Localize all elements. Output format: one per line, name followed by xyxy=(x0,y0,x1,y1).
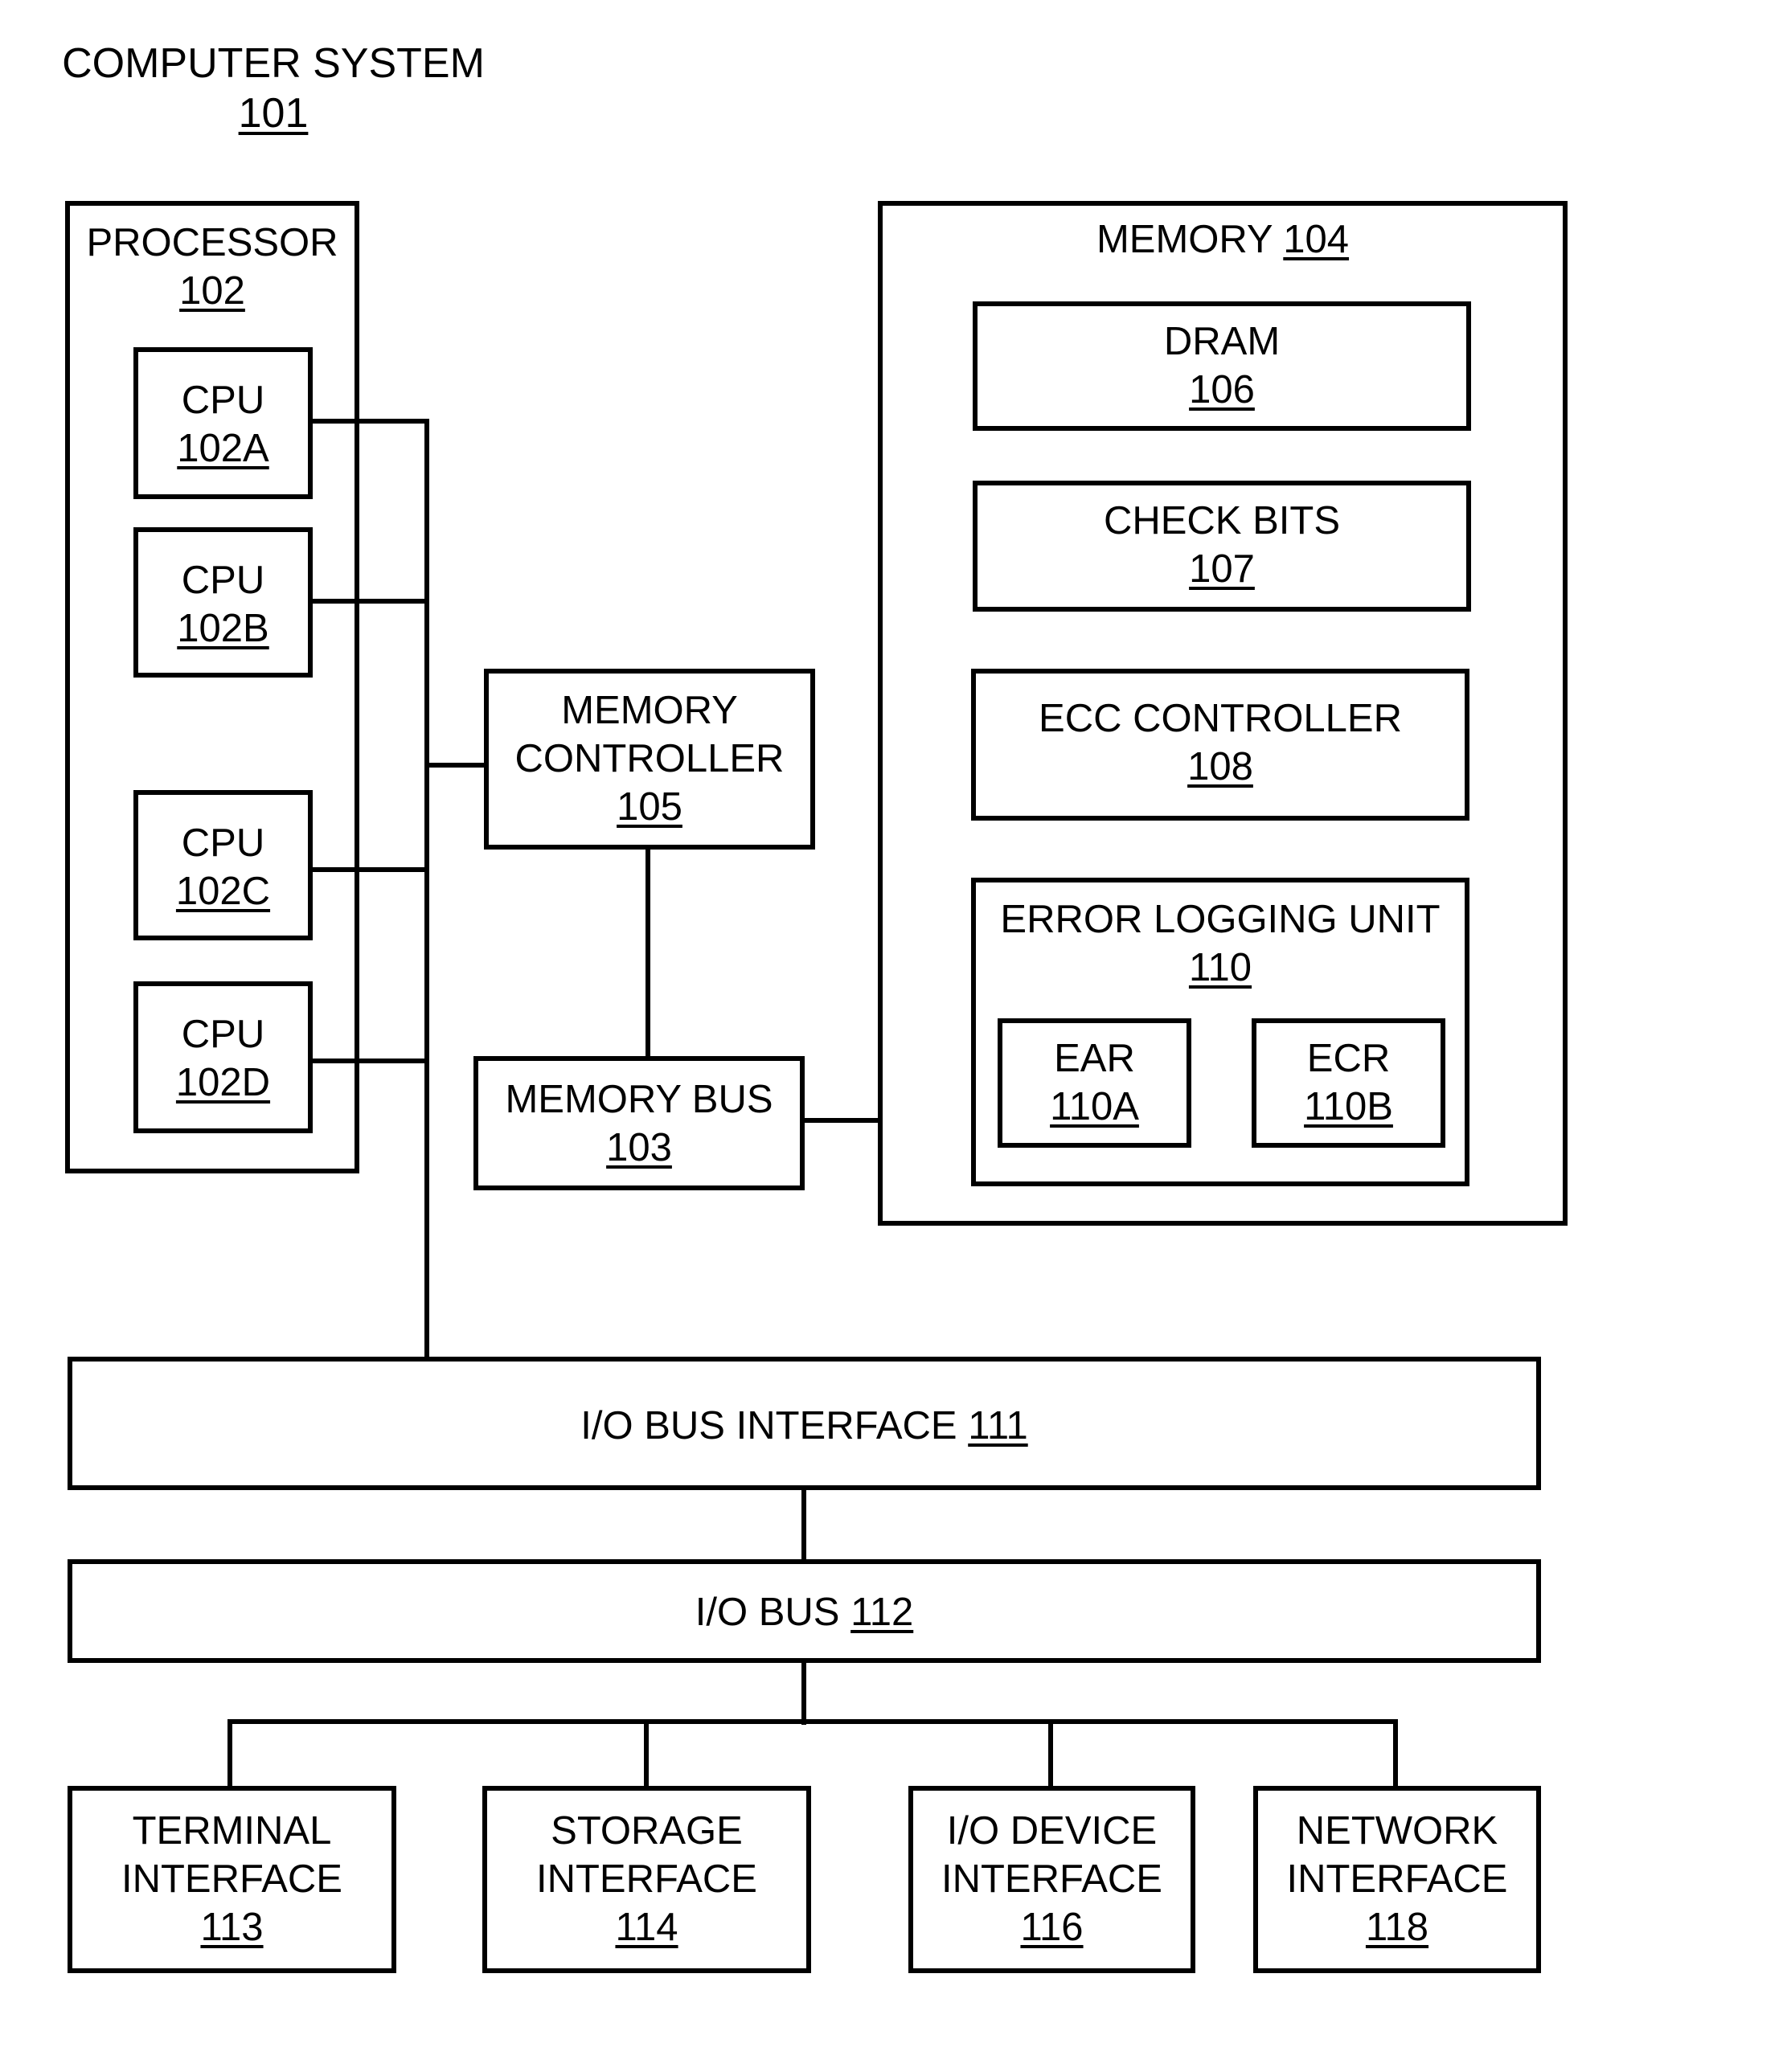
cpu-ref: 102C xyxy=(175,870,271,913)
memory-bus-ref: 103 xyxy=(606,1126,672,1169)
ecr-ref: 110B xyxy=(1304,1085,1393,1128)
check-bits-box: CHECK BITS 107 xyxy=(973,481,1471,612)
figure-ref: 101 xyxy=(238,90,309,137)
check-bits-label: CHECK BITS xyxy=(1103,499,1341,543)
interface-ref: 118 xyxy=(1365,1906,1429,1949)
cpu-102b-connector xyxy=(310,599,429,604)
io-bus-drop-line xyxy=(801,1660,806,1725)
ear-ref: 110A xyxy=(1050,1085,1139,1128)
figure-title-text: COMPUTER SYSTEM xyxy=(62,40,485,87)
cpu-102d-box: CPU 102D xyxy=(133,981,313,1133)
cpu-102c-connector xyxy=(310,867,429,872)
interface-ref: 116 xyxy=(1020,1906,1084,1949)
bus-to-memory-connector xyxy=(802,1118,880,1123)
network-interface-box: NETWORK INTERFACE 118 xyxy=(1253,1786,1541,1973)
dram-label: DRAM xyxy=(1163,320,1281,363)
cpu-ref: 102A xyxy=(177,427,269,470)
memory-controller-line1: MEMORY xyxy=(561,689,738,732)
io-bus-title: I/O BUS 112 xyxy=(72,1588,1536,1636)
dram-ref: 106 xyxy=(1189,368,1255,412)
io-device-drop-line xyxy=(1048,1719,1053,1788)
ecr-box: ECR 110B xyxy=(1252,1018,1445,1148)
interface-line2: INTERFACE xyxy=(121,1857,342,1901)
io-bus-interface-title: I/O BUS INTERFACE 111 xyxy=(72,1402,1536,1450)
error-logging-unit-label: ERROR LOGGING UNIT xyxy=(1000,898,1441,941)
storage-interface-box: STORAGE INTERFACE 114 xyxy=(482,1786,811,1973)
ear-label: EAR xyxy=(1054,1037,1135,1080)
memory-bus-box: MEMORY BUS 103 xyxy=(473,1056,805,1190)
interface-line2: INTERFACE xyxy=(536,1857,757,1901)
interface-line2: INTERFACE xyxy=(941,1857,1162,1901)
cpu-label: CPU xyxy=(181,379,265,422)
memory-title: MEMORY 104 xyxy=(883,215,1563,264)
cpu-ref: 102B xyxy=(177,607,269,650)
interface-line1: NETWORK xyxy=(1296,1809,1498,1853)
processor-ref: 102 xyxy=(179,269,245,313)
memory-controller-ref: 105 xyxy=(617,785,682,829)
network-drop-line xyxy=(1393,1719,1398,1788)
memory-label: MEMORY xyxy=(1096,218,1273,261)
ecc-controller-ref: 108 xyxy=(1187,745,1253,788)
interface-line1: TERMINAL xyxy=(132,1809,332,1853)
check-bits-ref: 107 xyxy=(1189,547,1255,591)
ecc-controller-label: ECC CONTROLLER xyxy=(1039,697,1402,740)
cpu-102a-box: CPU 102A xyxy=(133,347,313,499)
cpu-102b-box: CPU 102B xyxy=(133,527,313,678)
interface-ref: 113 xyxy=(200,1906,264,1949)
controller-to-bus-line xyxy=(646,847,650,1058)
storage-drop-line xyxy=(644,1719,649,1788)
io-bus-interface-label: I/O BUS INTERFACE xyxy=(580,1404,957,1448)
cpu-102a-connector xyxy=(310,419,429,424)
ear-box: EAR 110A xyxy=(998,1018,1191,1148)
ecr-label: ECR xyxy=(1306,1037,1391,1080)
cpu-label: CPU xyxy=(181,559,265,602)
memory-bus-label: MEMORY BUS xyxy=(505,1078,773,1121)
io-device-interface-box: I/O DEVICE INTERFACE 116 xyxy=(908,1786,1195,1973)
cpu-label: CPU xyxy=(181,821,265,865)
io-bus-ref: 112 xyxy=(850,1591,914,1634)
interface-to-io-bus-line xyxy=(801,1488,806,1562)
cpu-102d-connector xyxy=(310,1059,429,1063)
cpu-ref: 102D xyxy=(175,1061,271,1104)
io-bus-label: I/O BUS xyxy=(695,1591,840,1634)
io-branch-line xyxy=(227,1719,1398,1724)
ecc-controller-box: ECC CONTROLLER 108 xyxy=(971,669,1469,821)
interface-ref: 114 xyxy=(615,1906,678,1949)
io-bus-interface-ref: 111 xyxy=(968,1404,1028,1448)
memory-ref: 104 xyxy=(1283,218,1350,261)
terminal-interface-box: TERMINAL INTERFACE 113 xyxy=(68,1786,396,1973)
processor-title: PROCESSOR xyxy=(86,221,338,264)
interface-line2: INTERFACE xyxy=(1286,1857,1508,1901)
figure-title: COMPUTER SYSTEM 101 xyxy=(48,39,498,138)
error-logging-unit-ref: 110 xyxy=(1188,946,1252,989)
interface-line1: STORAGE xyxy=(551,1809,743,1853)
dram-box: DRAM 106 xyxy=(973,301,1471,431)
terminal-drop-line xyxy=(227,1719,232,1788)
interface-line1: I/O DEVICE xyxy=(946,1809,1158,1853)
io-bus-box: I/O BUS 112 xyxy=(68,1559,1541,1663)
io-bus-interface-box: I/O BUS INTERFACE 111 xyxy=(68,1357,1541,1490)
memory-controller-line2: CONTROLLER xyxy=(514,737,785,780)
memory-controller-connector xyxy=(424,763,486,768)
system-bus-line xyxy=(424,419,429,1361)
processor-label: PROCESSOR 102 xyxy=(70,219,355,315)
cpu-label: CPU xyxy=(181,1013,265,1056)
cpu-102c-box: CPU 102C xyxy=(133,790,313,940)
memory-controller-box: MEMORY CONTROLLER 105 xyxy=(484,669,815,850)
